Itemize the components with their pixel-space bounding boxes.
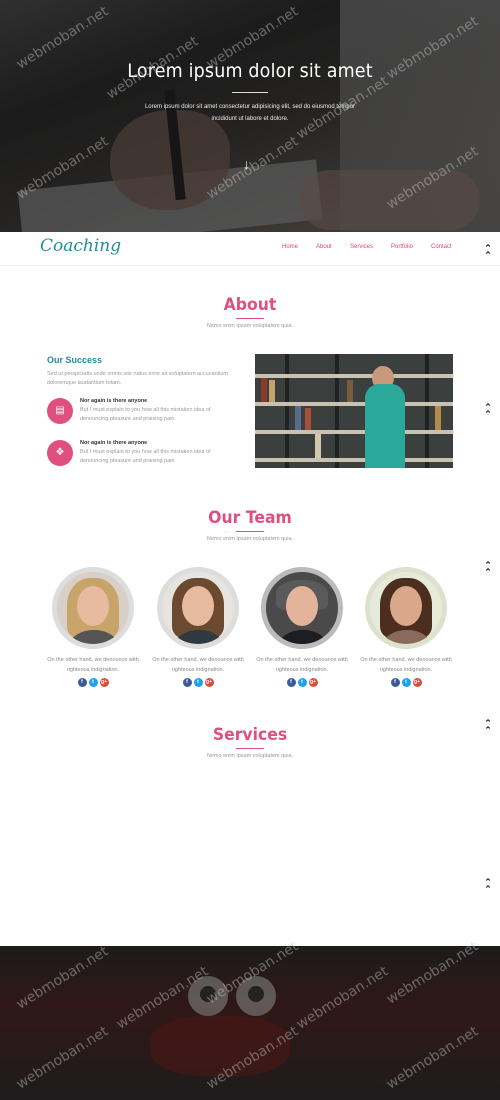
twitter-icon[interactable]: t bbox=[88, 678, 98, 687]
member-desc: On the other hand, we denounce with righ… bbox=[256, 657, 348, 673]
feature-heading: Nor again is there anyone bbox=[80, 440, 148, 446]
feature-text: But I must explain to you how all this m… bbox=[80, 449, 211, 464]
library-person bbox=[365, 384, 405, 468]
social-links: f t g+ bbox=[261, 678, 343, 687]
team-divider bbox=[236, 531, 264, 532]
library-photo bbox=[255, 354, 453, 468]
twitter-icon[interactable]: t bbox=[401, 678, 411, 687]
nav-link-services[interactable]: Services bbox=[350, 244, 373, 250]
double-chevron-up-icon[interactable]: ⌃⌃ bbox=[482, 403, 494, 419]
avatar bbox=[365, 567, 447, 649]
facebook-icon[interactable]: f bbox=[182, 678, 192, 687]
arrow-down-icon[interactable]: ↓ bbox=[243, 156, 250, 172]
google-plus-icon[interactable]: g+ bbox=[99, 678, 109, 687]
team-member: On the other hand, we denounce with righ… bbox=[47, 567, 139, 687]
hero-text: Lorem ipsum dolor sit amet consectetur a… bbox=[144, 104, 356, 122]
feature-item: ❖ Nor again is there anyone But I must e… bbox=[47, 440, 247, 476]
chart-icon: ▤ bbox=[47, 398, 73, 424]
twitter-icon[interactable]: t bbox=[297, 678, 307, 687]
team-subtitle: Nemo enim ipsam voluptatem quia. bbox=[206, 536, 294, 542]
nav-link-contact[interactable]: Contact bbox=[431, 244, 452, 250]
double-chevron-up-icon[interactable]: ⌃⌃ bbox=[482, 719, 494, 735]
facebook-icon[interactable]: f bbox=[390, 678, 400, 687]
google-plus-icon[interactable]: g+ bbox=[412, 678, 422, 687]
twitter-icon[interactable]: t bbox=[193, 678, 203, 687]
feature-heading: Nor again is there anyone bbox=[80, 398, 148, 404]
team-member: On the other hand, we denounce with righ… bbox=[152, 567, 244, 687]
social-links: f t g+ bbox=[157, 678, 239, 687]
about-subtitle: Nemo enim ipsam voluptatem quia. bbox=[206, 323, 294, 329]
google-plus-icon[interactable]: g+ bbox=[204, 678, 214, 687]
team-title: Our Team bbox=[208, 508, 292, 528]
double-chevron-up-icon[interactable]: ⌃⌃ bbox=[482, 561, 494, 577]
services-divider bbox=[236, 748, 264, 749]
services-title: Services bbox=[212, 725, 288, 745]
social-links: f t g+ bbox=[365, 678, 447, 687]
team-member: On the other hand, we denounce with righ… bbox=[360, 567, 452, 687]
team-member: On the other hand, we denounce with righ… bbox=[256, 567, 348, 687]
avatar bbox=[261, 567, 343, 649]
hero-banner: Lorem ipsum dolor sit amet Lorem ipsum d… bbox=[0, 0, 500, 232]
member-desc: On the other hand, we denounce with righ… bbox=[360, 657, 452, 673]
google-plus-icon[interactable]: g+ bbox=[308, 678, 318, 687]
double-chevron-up-icon[interactable]: ⌃⌃ bbox=[482, 244, 494, 260]
about-divider bbox=[236, 318, 264, 319]
footer-banner bbox=[0, 946, 500, 1100]
main-navbar: Coaching Home About Services Portfolio C… bbox=[0, 232, 500, 266]
avatar bbox=[52, 567, 134, 649]
hero-divider bbox=[232, 92, 268, 93]
success-title: Our Success bbox=[47, 355, 103, 365]
double-chevron-up-icon[interactable]: ⌃⌃ bbox=[482, 878, 494, 894]
member-desc: On the other hand, we denounce with righ… bbox=[152, 657, 244, 673]
feature-text: But I must explain to you how all this m… bbox=[80, 407, 211, 422]
services-subtitle: Nemo enim ipsam voluptatem quia. bbox=[206, 753, 294, 759]
feature-item: ▤ Nor again is there anyone But I must e… bbox=[47, 398, 247, 434]
nav-link-about[interactable]: About bbox=[316, 244, 332, 250]
nav-link-portfolio[interactable]: Portfolio bbox=[391, 244, 413, 250]
social-links: f t g+ bbox=[52, 678, 134, 687]
avatar bbox=[157, 567, 239, 649]
success-text: Sed ut perspiciatis unde omnis iste natu… bbox=[47, 371, 228, 386]
about-title: About bbox=[223, 295, 277, 315]
facebook-icon[interactable]: f bbox=[77, 678, 87, 687]
site-logo[interactable]: Coaching bbox=[40, 236, 121, 256]
facebook-icon[interactable]: f bbox=[286, 678, 296, 687]
award-icon: ❖ bbox=[47, 440, 73, 466]
hero-title: Lorem ipsum dolor sit amet bbox=[127, 60, 373, 82]
member-desc: On the other hand, we denounce with righ… bbox=[47, 657, 139, 673]
nav-link-home[interactable]: Home bbox=[282, 244, 298, 250]
